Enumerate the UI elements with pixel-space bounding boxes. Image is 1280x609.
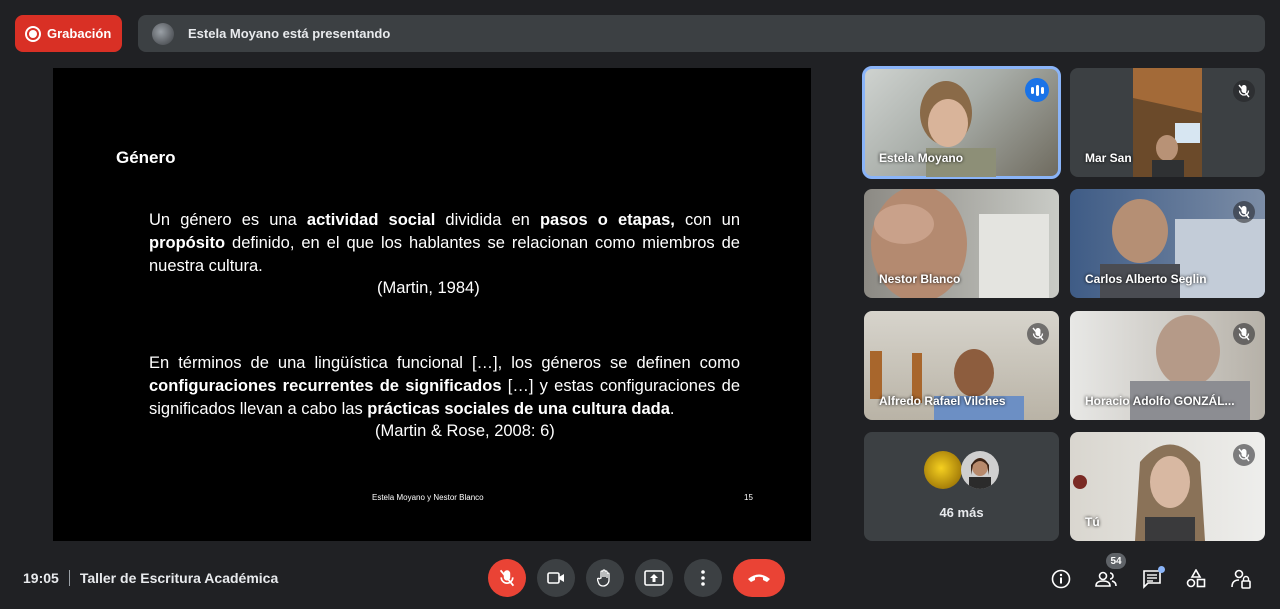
presenting-banner: Estela Moyano está presentando <box>138 15 1265 52</box>
clock-time: 19:05 <box>23 570 59 586</box>
slide-citation-2: (Martin & Rose, 2008: 6) <box>375 422 555 440</box>
participant-avatar <box>961 451 999 489</box>
presenting-text: Estela Moyano está presentando <box>188 26 391 41</box>
present-screen-button[interactable] <box>635 559 673 597</box>
mic-off-icon <box>499 569 515 587</box>
text-run-bold: actividad social <box>306 211 436 229</box>
text-run-bold: pasos o etapas, <box>539 211 675 229</box>
hang-up-icon <box>748 574 770 582</box>
video-camera-icon <box>547 572 564 584</box>
meeting-info: 19:05 Taller de Escritura Académica <box>23 570 278 586</box>
chat-button[interactable] <box>1140 566 1165 591</box>
recording-badge[interactable]: Grabación <box>15 15 122 52</box>
participant-tile-mar-san[interactable]: Mar San <box>1070 68 1265 177</box>
text-run: Un género es una <box>149 211 307 229</box>
participant-name: Estela Moyano <box>879 151 964 165</box>
end-call-button[interactable] <box>733 559 785 597</box>
more-vertical-icon <box>701 570 705 586</box>
presenter-avatar <box>152 22 174 45</box>
divider <box>68 570 70 586</box>
participant-tile-self[interactable]: Tú <box>1070 432 1265 541</box>
presentation-slide: Género Un género es una actividad social… <box>53 68 811 541</box>
text-run-bold: propósito <box>149 234 226 252</box>
activities-shapes-icon <box>1186 569 1206 588</box>
slide-footer-authors: Estela Moyano y Nestor Blanco <box>372 493 484 502</box>
slide-title: Género <box>116 148 176 167</box>
participant-name: Alfredo Rafael Vilches <box>879 394 1006 408</box>
participant-tile-horacio[interactable]: Horacio Adolfo GONZÁL... <box>1070 311 1265 420</box>
text-run: dividida en <box>435 211 540 229</box>
text-run: con un <box>674 211 741 229</box>
people-icon <box>1095 571 1117 587</box>
slide-citation-1: (Martin, 1984) <box>377 279 480 297</box>
info-icon <box>1051 569 1071 589</box>
meeting-title: Taller de Escritura Académica <box>79 570 279 586</box>
participant-count-badge: 54 <box>1106 553 1126 569</box>
record-icon <box>25 25 41 42</box>
bottom-toolbar: 19:05 Taller de Escritura Académica <box>0 545 1280 609</box>
participant-tile-more[interactable]: 46 más <box>864 432 1059 541</box>
participant-avatar <box>924 451 962 489</box>
microphone-toggle-button[interactable] <box>488 559 526 597</box>
slide-paragraph-2: En términos de una lingüística funcional… <box>149 352 740 421</box>
unread-dot <box>1158 566 1165 573</box>
participant-name: Mar San <box>1085 151 1132 165</box>
text-run: definido, en el que los hablantes se rel… <box>149 234 740 275</box>
recording-label: Grabación <box>47 26 112 41</box>
text-run-bold: prácticas sociales de una cultura dada <box>367 400 670 418</box>
mic-off-icon <box>1233 323 1255 345</box>
activities-button[interactable] <box>1184 567 1208 591</box>
meeting-details-button[interactable] <box>1049 567 1073 591</box>
text-run: En términos de una lingüística funcional… <box>149 354 740 372</box>
camera-toggle-button[interactable] <box>537 559 575 597</box>
slide-paragraph-1: Un género es una actividad social dividi… <box>149 209 740 278</box>
host-controls-button[interactable] <box>1229 567 1253 591</box>
text-run: . <box>669 400 675 418</box>
participant-tile-estela[interactable]: Estela Moyano <box>862 66 1061 179</box>
mic-off-icon <box>1027 323 1049 345</box>
text-run-bold: configuraciones recurrentes de significa… <box>149 377 502 395</box>
present-screen-icon <box>644 570 664 586</box>
participant-name: Carlos Alberto Seglin <box>1085 272 1207 286</box>
participant-name: Horacio Adolfo GONZÁL... <box>1085 394 1235 408</box>
participant-name: Nestor Blanco <box>879 272 961 286</box>
speaking-indicator-icon <box>1025 78 1049 102</box>
more-options-button[interactable] <box>684 559 722 597</box>
lock-person-icon <box>1231 569 1251 589</box>
participant-tile-alfredo[interactable]: Alfredo Rafael Vilches <box>864 311 1059 420</box>
participant-tile-nestor[interactable]: Nestor Blanco <box>864 189 1059 298</box>
hand-icon <box>597 569 610 587</box>
people-button[interactable] <box>1094 567 1118 591</box>
participant-tile-carlos[interactable]: Carlos Alberto Seglin <box>1070 189 1265 298</box>
mic-off-icon <box>1233 444 1255 466</box>
mic-off-icon <box>1233 80 1255 102</box>
participant-name: Tú <box>1085 515 1100 529</box>
mic-off-icon <box>1233 201 1255 223</box>
more-participants-label: 46 más <box>939 505 984 520</box>
raise-hand-button[interactable] <box>586 559 624 597</box>
slide-page-number: 15 <box>744 493 753 502</box>
